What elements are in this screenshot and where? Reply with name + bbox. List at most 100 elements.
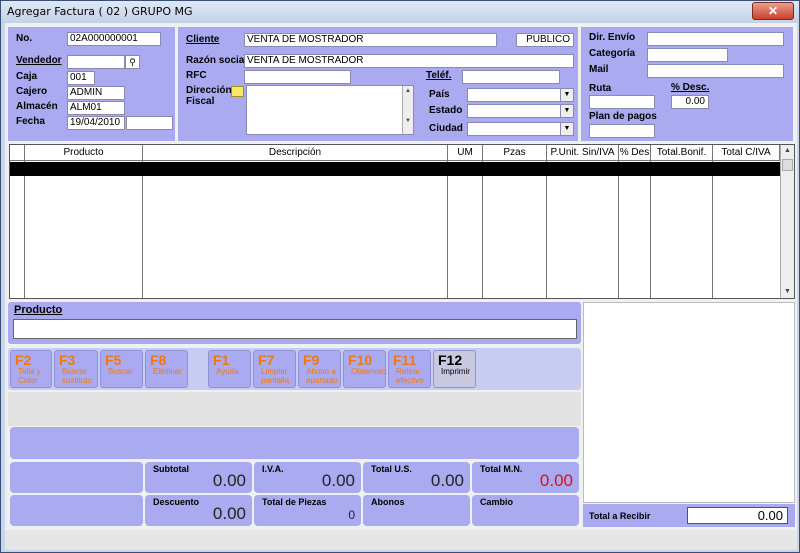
total-mn-value: 0.00 [539, 471, 573, 490]
dir-envio-label: Dir. Envío [589, 32, 636, 43]
producto-label: Producto [14, 304, 63, 316]
document-panel: No. 02A000000001 Vendedor ⚲ Caja 001 Caj… [8, 27, 175, 141]
f10-observac-button[interactable]: F10 Observac. [343, 350, 388, 388]
f5-buscar-button[interactable]: F5 Buscar [100, 350, 143, 388]
descuento-label: Descuento [153, 497, 200, 507]
razon-social-label: Razón social [186, 55, 248, 66]
rfc-field[interactable] [244, 70, 351, 84]
col-total-bonif[interactable]: Total.Bonif. [651, 145, 713, 161]
f9-abono-apartado-button[interactable]: F9 Abono a apartado [298, 350, 341, 388]
pais-dropdown[interactable]: ▼ [467, 88, 574, 102]
chevron-down-icon: ▼ [560, 105, 573, 117]
total-recibir-field[interactable]: 0.00 [687, 507, 788, 524]
fkey-desc: Buscar sustituto [62, 367, 92, 385]
cajero-label: Cajero [16, 86, 48, 97]
total-us-label: Total U.S. [371, 464, 412, 474]
subtotal-box: Subtotal 0.00 [145, 462, 252, 493]
fkey-label: F9 [303, 352, 320, 368]
f2-talla-color-button[interactable]: F2 Talla y Color [10, 350, 52, 388]
f3-buscar-sustituto-button[interactable]: F3 Buscar sustituto [54, 350, 98, 388]
client-panel: Cliente VENTA DE MOSTRADOR PUBLICO Razón… [178, 27, 578, 141]
scroll-up-icon[interactable]: ▲ [781, 145, 794, 157]
invoice-window: Agregar Factura ( 02 ) GRUPO MG ✕ No. 02… [0, 0, 800, 553]
subtotal-label: Subtotal [153, 464, 189, 474]
f7-limpiar-pantalla-button[interactable]: F7 Limpiar pantalla [253, 350, 296, 388]
ciudad-label: Ciudad [429, 123, 463, 134]
grid-scrollbar[interactable]: ▲ ▼ [780, 145, 794, 298]
title-bar[interactable]: Agregar Factura ( 02 ) GRUPO MG ✕ [1, 1, 799, 23]
f12-imprimir-button[interactable]: F12 Imprimir [433, 350, 476, 388]
caja-label: Caja [16, 71, 38, 82]
ruta-field[interactable] [589, 95, 655, 109]
no-label: No. [16, 33, 33, 44]
note-icon[interactable] [231, 86, 244, 97]
col-total-civa[interactable]: Total C/IVA [713, 145, 780, 161]
fecha-label: Fecha [16, 116, 45, 127]
almacen-field[interactable]: ALM01 [67, 101, 125, 115]
fkey-label: F11 [393, 352, 417, 368]
total-recibir-label: Total a Recibir [589, 511, 651, 521]
col-descripcion[interactable]: Descripción [143, 145, 448, 161]
table-row[interactable] [10, 162, 780, 176]
fkey-desc: Observac. [351, 367, 388, 376]
rfc-label: RFC [186, 70, 207, 81]
invoice-number-field[interactable]: 02A000000001 [67, 32, 161, 46]
plan-pagos-field[interactable] [589, 124, 655, 138]
fecha-extra-field[interactable] [126, 116, 173, 130]
caja-field[interactable]: 001 [67, 71, 95, 85]
grid-divider [482, 161, 483, 298]
ciudad-dropdown[interactable]: ▼ [467, 122, 574, 136]
mail-field[interactable] [647, 64, 784, 78]
product-grid[interactable]: Producto Descripción UM Pzas P.Unit. Sin… [9, 144, 795, 299]
fecha-field[interactable]: 19/04/2010 [67, 116, 125, 130]
iva-value: 0.00 [321, 471, 355, 490]
cajero-field[interactable]: ADMIN [67, 86, 125, 100]
scroll-down-icon[interactable]: ▼ [781, 286, 794, 298]
side-panel [583, 302, 795, 503]
grid-divider [24, 161, 25, 298]
producto-input[interactable] [13, 319, 577, 339]
fkey-desc: Limpiar pantalla [261, 367, 290, 385]
cliente-tipo-field[interactable]: PUBLICO [516, 33, 574, 47]
total-us-value: 0.00 [430, 471, 464, 490]
col-pct-des[interactable]: % Des [619, 145, 651, 161]
client-area: No. 02A000000001 Vendedor ⚲ Caja 001 Caj… [5, 23, 797, 550]
f1-ayuda-button[interactable]: F1 Ayuda [208, 350, 251, 388]
col-um[interactable]: UM [448, 145, 483, 161]
f8-eliminar-button[interactable]: F8 Eliminar [145, 350, 188, 388]
textarea-scrollbar[interactable]: ▲ ▼ [402, 86, 413, 134]
grid-divider [142, 161, 143, 298]
grid-divider [447, 161, 448, 298]
direccion-fiscal-textarea[interactable]: ▲ ▼ [246, 85, 414, 135]
vendedor-field[interactable] [67, 55, 125, 69]
grid-divider [712, 161, 713, 298]
f11-retirar-efectivo-button[interactable]: F11 Retirar efectivo [388, 350, 431, 388]
col-pzas[interactable]: Pzas [483, 145, 547, 161]
categoria-field[interactable] [647, 48, 728, 62]
piezas-box: Total de Piezas 0 [254, 495, 361, 526]
window-title: Agregar Factura ( 02 ) GRUPO MG [7, 5, 193, 18]
info-bar [10, 427, 579, 459]
estado-label: Estado [429, 105, 463, 116]
fkey-desc: Talla y Color [18, 367, 41, 385]
fkey-label: F10 [348, 352, 373, 368]
vendedor-label: Vendedor [16, 55, 62, 66]
cambio-label: Cambio [480, 497, 514, 507]
col-producto[interactable]: Producto [25, 145, 143, 161]
totals-blank-2 [10, 495, 143, 526]
scroll-thumb[interactable] [782, 159, 793, 171]
telefono-field[interactable] [462, 70, 560, 84]
close-button[interactable]: ✕ [752, 2, 794, 20]
cliente-field[interactable]: VENTA DE MOSTRADOR [244, 33, 497, 47]
estado-dropdown[interactable]: ▼ [467, 104, 574, 118]
search-icon[interactable]: ⚲ [125, 55, 140, 69]
razon-social-field[interactable]: VENTA DE MOSTRADOR [244, 54, 574, 68]
grid-divider [650, 161, 651, 298]
descuento-pct-field[interactable]: 0.00 [671, 95, 709, 109]
grid-divider [546, 161, 547, 298]
dir-envio-field[interactable] [647, 32, 784, 46]
fkey-desc: Buscar [108, 367, 133, 376]
chevron-down-icon: ▼ [560, 89, 573, 101]
col-punit[interactable]: P.Unit. Sin/IVA [547, 145, 619, 161]
categoria-label: Categoría [589, 48, 636, 59]
